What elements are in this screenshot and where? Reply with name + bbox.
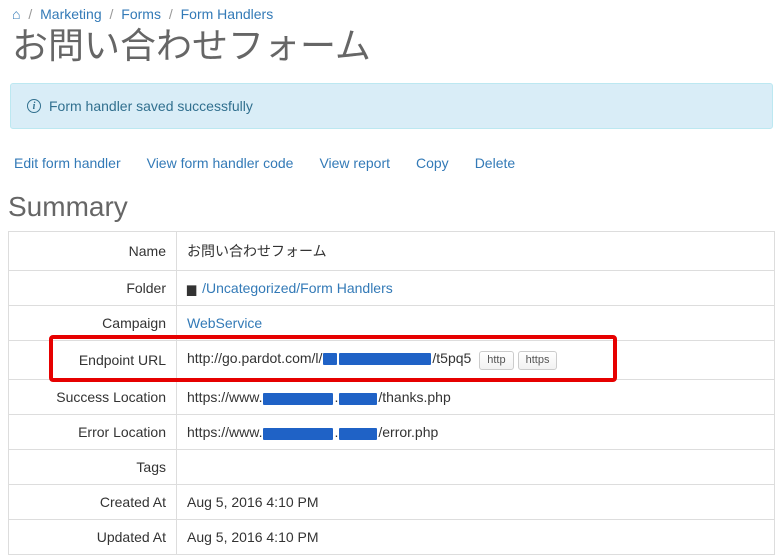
redacted-segment xyxy=(263,393,333,405)
name-value: お問い合わせフォーム xyxy=(177,232,775,271)
breadcrumb-forms[interactable]: Forms xyxy=(121,6,161,22)
table-row: Campaign WebService xyxy=(9,306,775,341)
summary-heading: Summary xyxy=(0,191,783,231)
copy-link[interactable]: Copy xyxy=(416,155,449,171)
breadcrumb-home[interactable]: ⌂ xyxy=(12,6,20,22)
table-row: Name お問い合わせフォーム xyxy=(9,232,775,271)
table-row: Created At Aug 5, 2016 4:10 PM xyxy=(9,485,775,520)
breadcrumb-form-handlers[interactable]: Form Handlers xyxy=(181,6,274,22)
success-location-label: Success Location xyxy=(9,380,177,415)
redacted-segment xyxy=(323,353,337,365)
breadcrumb-sep: / xyxy=(106,6,118,22)
tags-value xyxy=(177,450,775,485)
delete-link[interactable]: Delete xyxy=(475,155,515,171)
home-icon: ⌂ xyxy=(12,6,20,22)
folder-label: Folder xyxy=(9,271,177,306)
action-bar: Edit form handler View form handler code… xyxy=(0,145,783,191)
edit-form-handler-link[interactable]: Edit form handler xyxy=(14,155,121,171)
redacted-segment xyxy=(339,353,431,365)
created-at-label: Created At xyxy=(9,485,177,520)
campaign-label: Campaign xyxy=(9,306,177,341)
table-row: Folder ▆ /Uncategorized/Form Handlers xyxy=(9,271,775,306)
updated-at-label: Updated At xyxy=(9,520,177,555)
folder-value: ▆ /Uncategorized/Form Handlers xyxy=(177,271,775,306)
redacted-segment xyxy=(263,428,333,440)
view-code-link[interactable]: View form handler code xyxy=(147,155,294,171)
success-location-value: https://www../thanks.php xyxy=(177,380,775,415)
view-report-link[interactable]: View report xyxy=(319,155,390,171)
https-button[interactable]: https xyxy=(518,351,558,370)
breadcrumb-marketing[interactable]: Marketing xyxy=(40,6,101,22)
name-label: Name xyxy=(9,232,177,271)
alert-success: i Form handler saved successfully xyxy=(10,83,773,129)
endpoint-label: Endpoint URL xyxy=(9,341,177,380)
endpoint-value: http://go.pardot.com/l//t5pq5 http https xyxy=(177,341,775,380)
tags-label: Tags xyxy=(9,450,177,485)
table-row: Updated At Aug 5, 2016 4:10 PM xyxy=(9,520,775,555)
http-button[interactable]: http xyxy=(479,351,513,370)
redacted-segment xyxy=(339,428,377,440)
alert-message: Form handler saved successfully xyxy=(49,98,253,114)
breadcrumb: ⌂ / Marketing / Forms / Form Handlers xyxy=(0,0,783,24)
info-icon: i xyxy=(27,99,41,113)
table-row: Success Location https://www../thanks.ph… xyxy=(9,380,775,415)
campaign-value: WebService xyxy=(177,306,775,341)
error-location-label: Error Location xyxy=(9,415,177,450)
updated-at-value: Aug 5, 2016 4:10 PM xyxy=(177,520,775,555)
breadcrumb-sep: / xyxy=(24,6,36,22)
summary-table: Name お問い合わせフォーム Folder ▆ /Uncategorized/… xyxy=(8,231,775,555)
endpoint-url-text: http://go.pardot.com/l//t5pq5 xyxy=(187,350,471,366)
folder-link[interactable]: /Uncategorized/Form Handlers xyxy=(202,280,393,296)
table-row: Endpoint URL http://go.pardot.com/l//t5p… xyxy=(9,341,775,380)
page-title: お問い合わせフォーム xyxy=(0,24,783,83)
table-row: Tags xyxy=(9,450,775,485)
error-location-value: https://www../error.php xyxy=(177,415,775,450)
created-at-value: Aug 5, 2016 4:10 PM xyxy=(177,485,775,520)
breadcrumb-sep: / xyxy=(165,6,177,22)
redacted-segment xyxy=(339,393,377,405)
folder-icon: ▆ xyxy=(187,282,196,296)
table-row: Error Location https://www../error.php xyxy=(9,415,775,450)
campaign-link[interactable]: WebService xyxy=(187,315,262,331)
